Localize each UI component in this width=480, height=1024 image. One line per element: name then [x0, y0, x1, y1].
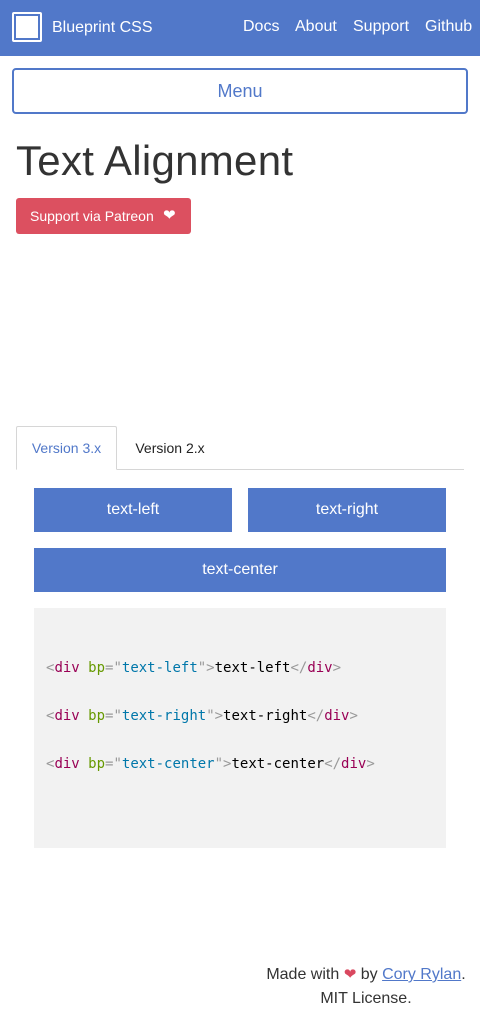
- nav-link-docs[interactable]: Docs: [243, 17, 279, 37]
- page-title: Text Alignment: [16, 137, 294, 184]
- patreon-label: Support via Patreon: [30, 208, 154, 224]
- code-line: <div bp="text-left">text-left</div>: [46, 660, 342, 676]
- code-line: <div bp="text-center">text-center</div>: [46, 756, 375, 772]
- brand-link[interactable]: Blueprint CSS: [52, 18, 153, 38]
- code-block: <div bp="text-left">text-left</div> <div…: [34, 608, 446, 848]
- footer: Made with ❤ by Cory Rylan. MIT License.: [266, 963, 466, 1011]
- demo-text-left: text-left: [34, 488, 232, 532]
- logo-icon[interactable]: [12, 12, 42, 42]
- demo-text-center: text-center: [34, 548, 446, 592]
- author-link[interactable]: Cory Rylan: [382, 966, 461, 983]
- tab-version-2[interactable]: Version 2.x: [120, 426, 220, 470]
- nav-link-github[interactable]: Github: [425, 17, 472, 37]
- patreon-button[interactable]: Support via Patreon ❤: [16, 198, 191, 234]
- tab-version-3[interactable]: Version 3.x: [16, 426, 117, 470]
- menu-button[interactable]: Menu: [12, 68, 468, 114]
- footer-by: by: [360, 966, 378, 983]
- top-navbar: Blueprint CSS Docs About Support Github: [0, 0, 480, 56]
- footer-made-with: Made with: [266, 966, 340, 983]
- demo-text-right: text-right: [248, 488, 446, 532]
- footer-heart-icon: ❤: [343, 966, 357, 983]
- nav-link-support[interactable]: Support: [353, 17, 409, 37]
- code-line: <div bp="text-right">text-right</div>: [46, 708, 358, 724]
- heart-icon: ❤: [163, 207, 176, 224]
- nav-link-about[interactable]: About: [295, 17, 337, 37]
